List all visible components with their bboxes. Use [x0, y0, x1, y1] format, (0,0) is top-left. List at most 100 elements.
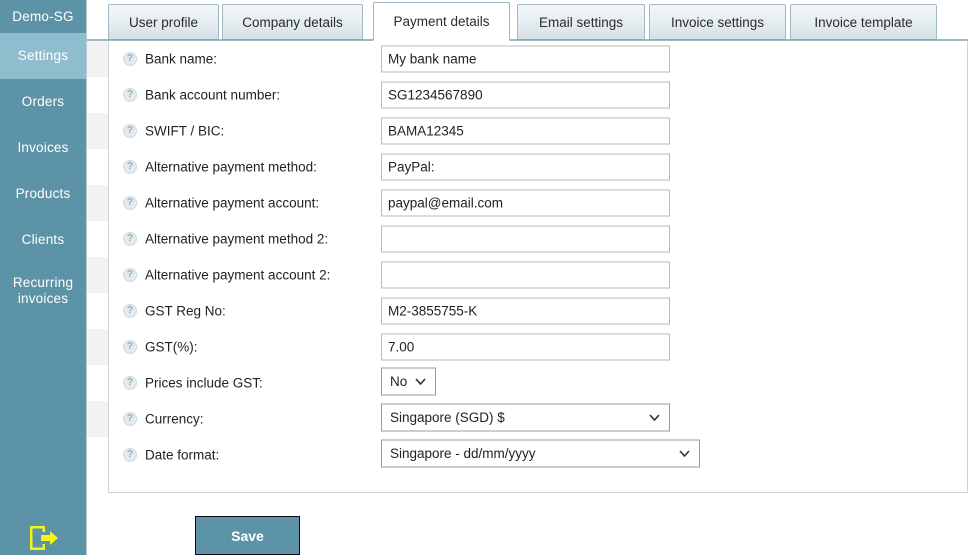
field-control — [381, 153, 670, 181]
form-row-bank-name: ? Bank name: — [87, 41, 968, 77]
field-label: GST(%): — [145, 339, 198, 355]
swift-bic-input[interactable] — [381, 117, 670, 145]
sidebar-item-clients[interactable]: Clients — [0, 217, 86, 263]
logout-button[interactable] — [0, 523, 87, 553]
tab-company-details[interactable]: Company details — [222, 4, 363, 40]
alt-payment-method-2-input[interactable] — [381, 225, 670, 253]
field-label: Alternative payment account: — [145, 195, 320, 211]
currency-select[interactable]: Singapore (SGD) $ — [381, 403, 670, 432]
help-circle-icon[interactable]: ? — [123, 376, 137, 390]
field-control: Singapore - dd/mm/yyyy — [381, 439, 700, 471]
form-row-alt-payment-method: ? Alternative payment method: — [87, 149, 968, 185]
form-row-gst-reg-no: ? GST Reg No: — [87, 293, 968, 329]
field-label: Bank account number: — [145, 87, 281, 103]
field-label: Alternative payment method: — [145, 159, 317, 175]
form-row-currency: ? Currency: Singapore (SGD) $ — [87, 401, 968, 437]
field-control — [381, 261, 670, 289]
logout-icon — [29, 526, 58, 550]
field-label: Date format: — [145, 447, 220, 463]
chevron-down-icon — [415, 378, 426, 385]
help-circle-icon[interactable]: ? — [123, 88, 137, 102]
field-control — [381, 45, 670, 73]
alt-payment-method-input[interactable] — [381, 153, 670, 181]
field-label: GST Reg No: — [145, 303, 226, 319]
select-value: No — [390, 374, 408, 389]
help-circle-icon[interactable]: ? — [123, 124, 137, 138]
tab-user-profile[interactable]: User profile — [108, 4, 219, 40]
gst-percent-input[interactable] — [381, 333, 670, 361]
sidebar-item-label: Clients — [21, 232, 65, 247]
field-label: Prices include GST: — [145, 375, 263, 391]
help-circle-icon[interactable]: ? — [123, 448, 137, 462]
field-control — [381, 189, 670, 217]
field-control — [381, 333, 670, 361]
chevron-down-icon — [679, 450, 690, 457]
sidebar-item-label: Products — [15, 186, 71, 201]
bank-account-number-input[interactable] — [381, 81, 670, 109]
form-row-gst-percent: ? GST(%): — [87, 329, 968, 365]
field-control — [381, 225, 670, 253]
sidebar: Demo-SG Settings Orders Invoices Product… — [0, 0, 87, 555]
sidebar-item-label: Invoices — [17, 140, 69, 155]
form-row-alt-payment-account: ? Alternative payment account: — [87, 185, 968, 221]
prices-include-gst-select[interactable]: No — [381, 367, 436, 396]
sidebar-item-invoices[interactable]: Invoices — [0, 125, 86, 171]
form-row-bank-account-number: ? Bank account number: — [87, 77, 968, 113]
help-circle-icon[interactable]: ? — [123, 340, 137, 354]
sidebar-brand: Demo-SG — [12, 8, 74, 24]
tab-payment-details[interactable]: Payment details — [373, 2, 510, 41]
save-button[interactable]: Save — [195, 516, 300, 555]
sidebar-item-label: Orders — [21, 94, 65, 109]
select-value: Singapore - dd/mm/yyyy — [390, 446, 536, 461]
sidebar-item-label: Settings — [17, 48, 69, 63]
form-row-swift-bic: ? SWIFT / BIC: — [87, 113, 968, 149]
field-control — [381, 117, 670, 145]
tab-label: User profile — [128, 14, 199, 30]
help-circle-icon[interactable]: ? — [123, 232, 137, 246]
field-label: SWIFT / BIC: — [145, 123, 225, 139]
form-row-alt-payment-method-2: ? Alternative payment method 2: — [87, 221, 968, 257]
tab-label: Email settings — [538, 14, 624, 30]
sidebar-item-orders[interactable]: Orders — [0, 79, 86, 125]
field-control: Singapore (SGD) $ — [381, 403, 670, 435]
bank-name-input[interactable] — [381, 45, 670, 73]
field-label: Currency: — [145, 411, 204, 427]
help-circle-icon[interactable]: ? — [123, 196, 137, 210]
gst-reg-no-input[interactable] — [381, 297, 670, 325]
field-label: Bank name: — [145, 51, 218, 67]
select-value: Singapore (SGD) $ — [390, 410, 505, 425]
date-format-select[interactable]: Singapore - dd/mm/yyyy — [381, 439, 700, 468]
field-control — [381, 297, 670, 325]
form-row-alt-payment-account-2: ? Alternative payment account 2: — [87, 257, 968, 293]
tab-label: Company details — [242, 14, 343, 30]
help-circle-icon[interactable]: ? — [123, 412, 137, 426]
tab-label: Payment details — [393, 14, 490, 29]
tabstrip: User profile Company details Payment det… — [87, 0, 968, 41]
content-area: ? Bank name: ? Bank account number: ? SW… — [87, 0, 968, 555]
tab-invoice-template[interactable]: Invoice template — [790, 4, 937, 40]
tab-email-settings[interactable]: Email settings — [517, 4, 645, 40]
help-circle-icon[interactable]: ? — [123, 52, 137, 66]
field-control: No — [381, 367, 436, 399]
form-row-date-format: ? Date format: Singapore - dd/mm/yyyy — [87, 437, 968, 473]
help-circle-icon[interactable]: ? — [123, 268, 137, 282]
help-circle-icon[interactable]: ? — [123, 160, 137, 174]
chevron-down-icon — [649, 414, 660, 421]
tab-label: Invoice settings — [670, 14, 765, 30]
app-root: Demo-SG Settings Orders Invoices Product… — [0, 0, 968, 555]
form-row-prices-include-gst: ? Prices include GST: No — [87, 365, 968, 401]
sidebar-item-settings[interactable]: Settings — [0, 33, 86, 79]
field-control — [381, 81, 670, 109]
field-label: Alternative payment method 2: — [145, 231, 329, 247]
tab-invoice-settings[interactable]: Invoice settings — [649, 4, 786, 40]
sidebar-item-recurring-invoices[interactable]: Recurring invoices — [0, 263, 86, 318]
form-rows: ? Bank name: ? Bank account number: ? SW… — [87, 41, 968, 473]
sidebar-item-products[interactable]: Products — [0, 171, 86, 217]
sidebar-item-label: Recurring invoices — [12, 274, 74, 306]
alt-payment-account-2-input[interactable] — [381, 261, 670, 289]
alt-payment-account-input[interactable] — [381, 189, 670, 217]
help-circle-icon[interactable]: ? — [123, 304, 137, 318]
tab-label: Invoice template — [814, 14, 913, 30]
field-label: Alternative payment account 2: — [145, 267, 331, 283]
save-button-wrap: Save — [195, 516, 300, 555]
